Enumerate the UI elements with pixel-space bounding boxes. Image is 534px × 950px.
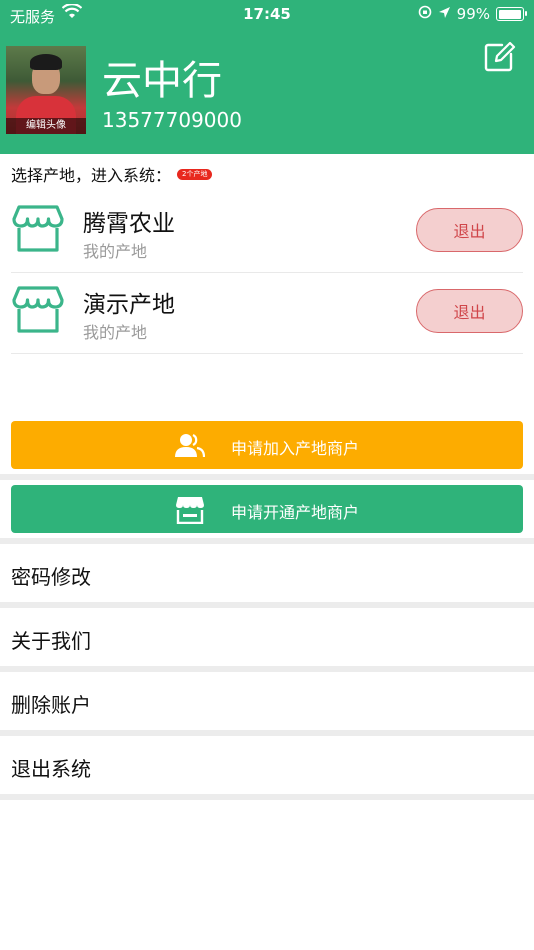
join-farm-merchant-button[interactable]: 申请加入产地商户 (11, 421, 523, 469)
user-name: 云中行 (102, 58, 222, 104)
menu-label: 删除账户 (11, 693, 91, 717)
farm-name: 演示产地 (83, 292, 175, 318)
status-right: 99% (418, 5, 527, 23)
avatar[interactable]: 编辑头像 (6, 46, 86, 134)
farm-name: 腾霄农业 (83, 211, 175, 237)
open-farm-label: 申请开通产地商户 (231, 503, 360, 522)
menu-label: 关于我们 (11, 629, 91, 653)
farm-subtitle: 我的产地 (83, 323, 148, 342)
battery-icon (496, 7, 527, 21)
menu-change-password[interactable]: 密码修改 (0, 544, 534, 602)
farm-logout-button[interactable]: 退出 (416, 208, 523, 252)
farm-item[interactable]: 演示产地 我的产地 退出 (11, 273, 523, 354)
farm-logout-button[interactable]: 退出 (416, 289, 523, 333)
farm-select-text: 选择产地，进入系统： (11, 166, 172, 185)
edit-avatar-label[interactable]: 编辑头像 (6, 118, 86, 134)
shop-icon (175, 496, 205, 525)
divider (0, 474, 534, 480)
menu-logout-system[interactable]: 退出系统 (0, 736, 534, 794)
farm-item[interactable]: 腾霄农业 我的产地 退出 (11, 192, 523, 273)
battery-percent: 99% (456, 5, 490, 23)
edit-profile-icon[interactable] (482, 40, 516, 74)
profile-header: 编辑头像 云中行 13577709000 (0, 30, 534, 154)
store-icon (11, 283, 65, 337)
farm-count-badge: 2个产地 (177, 168, 213, 180)
location-icon (438, 5, 451, 23)
menu-about-us[interactable]: 关于我们 (0, 608, 534, 666)
status-bar: 无服务 17:45 99% (0, 0, 534, 30)
join-farm-label: 申请加入产地商户 (231, 439, 360, 458)
rotation-lock-icon (418, 5, 432, 23)
farm-subtitle: 我的产地 (83, 242, 148, 261)
divider (0, 794, 534, 800)
user-phone: 13577709000 (102, 108, 242, 132)
menu-label: 退出系统 (11, 757, 91, 781)
menu-label: 密码修改 (11, 565, 91, 589)
open-farm-merchant-button[interactable]: 申请开通产地商户 (11, 485, 523, 533)
store-icon (11, 202, 65, 256)
farm-select-label: 选择产地，进入系统： 2个产地 (11, 162, 213, 186)
menu-delete-account[interactable]: 删除账户 (0, 672, 534, 730)
users-icon (175, 432, 206, 458)
